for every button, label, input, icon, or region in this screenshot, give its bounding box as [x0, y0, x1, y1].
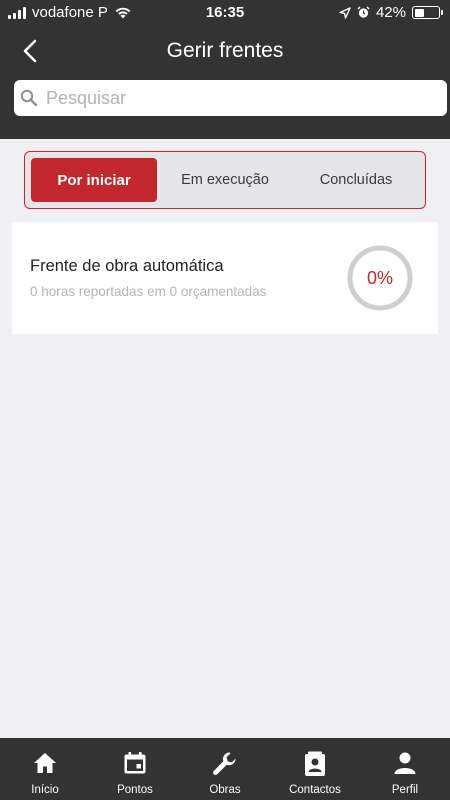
work-front-card[interactable]: Frente de obra automática 0 horas report…: [12, 222, 438, 334]
tab-label: Contactos: [289, 784, 341, 796]
tab-inicio[interactable]: Início: [0, 738, 90, 800]
wrench-icon: [213, 752, 236, 776]
search-bar[interactable]: [14, 80, 447, 116]
battery-percent: 42%: [375, 4, 406, 21]
status-bar: vodafone P 16:35 42%: [0, 0, 450, 26]
tab-perfil[interactable]: Perfil: [360, 738, 450, 800]
tab-obras[interactable]: Obras: [180, 738, 270, 800]
page-title: Gerir frentes: [166, 39, 284, 62]
bottom-tab-bar: Início Pontos Obras Contactos Perfil: [0, 738, 450, 800]
home-icon: [34, 753, 56, 773]
progress-ring: 0%: [346, 244, 414, 312]
tab-pontos[interactable]: Pontos: [90, 738, 180, 800]
tab-label: Obras: [209, 784, 241, 796]
contacts-icon: [305, 751, 325, 776]
nav-bar: Gerir frentes: [0, 30, 450, 72]
tab-contactos[interactable]: Contactos: [270, 738, 360, 800]
work-front-hours: 0 horas reportadas em 0 orçamentadas: [30, 284, 267, 299]
calendar-icon: [124, 752, 146, 774]
search-input[interactable]: [46, 80, 436, 116]
segment-concluidas[interactable]: Concluídas: [291, 158, 421, 202]
tab-label: Início: [31, 784, 59, 796]
person-icon: [394, 752, 416, 774]
top-bar: vodafone P 16:35 42% Gerir frentes: [0, 0, 450, 139]
work-front-name: Frente de obra automática: [30, 257, 224, 275]
segment-por-iniciar[interactable]: Por iniciar: [31, 158, 157, 202]
segment-em-execucao[interactable]: Em execução: [161, 158, 289, 202]
search-icon: [20, 89, 38, 107]
battery-icon: [412, 6, 443, 19]
tab-label: Perfil: [391, 784, 419, 796]
alarm-icon: [357, 6, 370, 18]
location-arrow-icon: [339, 6, 351, 19]
progress-percent: 0%: [366, 267, 393, 288]
status-filter-segmented-control: Por iniciar Em execução Concluídas: [24, 151, 426, 209]
tab-label: Pontos: [117, 784, 153, 796]
